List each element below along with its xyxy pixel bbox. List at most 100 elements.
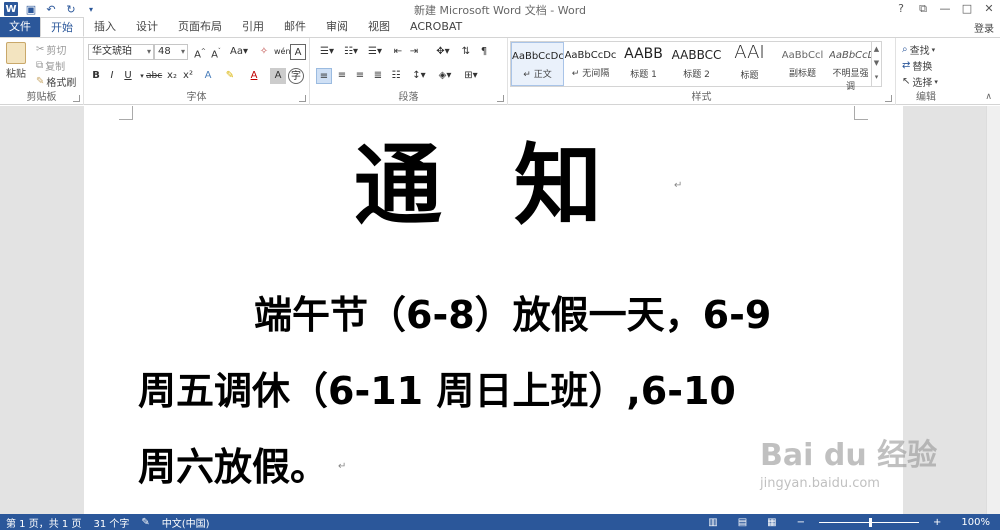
tab-mailings[interactable]: 邮件 (274, 17, 316, 37)
highlight-icon[interactable]: ✎ (222, 68, 238, 84)
chinese-layout-icon[interactable]: ✥▾ (432, 44, 454, 60)
styles-gallery-scroll[interactable]: ▲ ▼ ▾ (871, 42, 881, 86)
copy-icon: ⧉ (36, 60, 44, 71)
login-link[interactable]: 登录 (974, 20, 994, 35)
italic-icon[interactable]: I (104, 68, 120, 84)
tab-home[interactable]: 开始 (40, 17, 84, 37)
style-no-spacing[interactable]: AaBbCcDc ↵ 无间隔 (564, 42, 617, 86)
body-line-2[interactable]: 周五调休（6-11 周日上班）,6-10 (138, 368, 736, 414)
style-subtitle[interactable]: AaBbCcl 副标题 (776, 42, 829, 86)
paste-button[interactable]: 粘贴 (6, 42, 26, 80)
find-button[interactable]: ⌕ 查找 ▾ (902, 42, 935, 57)
ribbon-display-button[interactable]: ⧉ (912, 0, 934, 18)
paste-icon (6, 42, 26, 64)
multilevel-list-icon[interactable]: ☰▾ (364, 44, 386, 60)
style-heading-1[interactable]: AABB 标题 1 (617, 42, 670, 86)
tab-references[interactable]: 引用 (232, 17, 274, 37)
redo-icon[interactable]: ↻ (64, 2, 78, 16)
zoom-level[interactable]: 100% (955, 517, 996, 528)
font-name-combo[interactable]: 华文琥珀 ▾ (88, 44, 154, 60)
paragraph-mark: ↵ (674, 180, 755, 191)
tab-review[interactable]: 审阅 (316, 17, 358, 37)
change-case-icon[interactable]: Aa▾ (228, 44, 250, 60)
decrease-indent-icon[interactable]: ⇤ (390, 44, 406, 60)
customize-qat-icon[interactable]: ▾ (84, 2, 98, 16)
maximize-button[interactable]: □ (956, 0, 978, 18)
cut-button[interactable]: ✂ 剪切 (36, 42, 66, 57)
styles-gallery: AaBbCcDc ↵ 正文 AaBbCcDc ↵ 无间隔 AABB 标题 1 A… (510, 41, 882, 92)
increase-indent-icon[interactable]: ⇥ (406, 44, 422, 60)
font-size-combo[interactable]: 48 ▾ (154, 44, 188, 60)
watermark-url: jingyan.baidu.com (760, 476, 880, 491)
subscript-icon[interactable]: x₂ (164, 68, 180, 84)
close-button[interactable]: ✕ (978, 0, 1000, 18)
print-layout-icon[interactable]: ▤ (732, 517, 753, 528)
shading-icon[interactable]: ◈▾ (434, 68, 456, 84)
bullets-icon[interactable]: ☰▾ (316, 44, 338, 60)
help-button[interactable]: ? (890, 0, 912, 18)
font-group-label: 字体 (186, 92, 207, 103)
clipboard-launcher-icon[interactable] (73, 95, 80, 102)
copy-button[interactable]: ⧉ 复制 (36, 58, 65, 73)
show-marks-icon[interactable]: ¶ (476, 44, 492, 60)
align-right-icon[interactable]: ≡ (352, 68, 368, 84)
format-painter-button[interactable]: ✎ 格式刷 (36, 74, 76, 89)
font-launcher-icon[interactable] (299, 95, 306, 102)
proofing-icon[interactable]: ✎ (135, 517, 155, 528)
text-effects-icon[interactable]: A (200, 68, 216, 84)
undo-icon[interactable]: ↶ (44, 2, 58, 16)
zoom-slider[interactable] (819, 517, 920, 527)
tab-file[interactable]: 文件 (0, 17, 40, 37)
tab-design[interactable]: 设计 (126, 17, 168, 37)
style-title[interactable]: AAI 标题 (723, 42, 776, 86)
style-normal[interactable]: AaBbCcDc ↵ 正文 (511, 42, 564, 86)
language-status[interactable]: 中文(中国) (156, 515, 216, 530)
word-logo-icon[interactable]: W (4, 2, 18, 16)
editing-group-label: 编辑 (916, 92, 936, 103)
align-center-icon[interactable]: ≡ (334, 68, 350, 84)
select-button[interactable]: ↖ 选择 ▾ (902, 74, 938, 89)
distributed-icon[interactable]: ☷ (388, 68, 404, 84)
paragraph-launcher-icon[interactable] (497, 95, 504, 102)
char-shading-icon[interactable]: A (270, 68, 286, 84)
line-spacing-icon[interactable]: ↕▾ (408, 68, 430, 84)
zoom-slider-thumb[interactable] (869, 517, 873, 527)
styles-launcher-icon[interactable] (885, 95, 892, 102)
enclosed-char-icon[interactable]: 字 (288, 68, 304, 84)
word-count-status[interactable]: 31 个字 (87, 515, 135, 530)
collapse-ribbon-icon[interactable]: ∧ (985, 92, 992, 102)
style-heading-2[interactable]: AABBCC 标题 2 (670, 42, 723, 86)
web-layout-icon[interactable]: ▦ (761, 517, 782, 528)
zoom-out-button[interactable]: − (791, 517, 811, 528)
body-line-1[interactable]: 端午节（6-8）放假一天，6-9 (254, 292, 771, 338)
body-line-3[interactable]: 周六放假。 ↵ (138, 444, 346, 490)
superscript-icon[interactable]: x² (180, 68, 196, 84)
grow-font-icon[interactable]: A^ (192, 44, 208, 60)
clear-formatting-icon[interactable]: ✧ (256, 44, 272, 60)
editing-group: ⌕ 查找 ▾ ⇄ 替换 ↖ 选择 ▾ 编辑 (896, 38, 956, 105)
numbering-icon[interactable]: ☷▾ (340, 44, 362, 60)
read-mode-icon[interactable]: ▥ (702, 517, 723, 528)
page-count-status[interactable]: 第 1 页，共 1 页 (0, 515, 87, 530)
justify-icon[interactable]: ≣ (370, 68, 386, 84)
align-left-icon[interactable]: ≡ (316, 68, 332, 84)
document-title[interactable]: 通知↵ (354, 136, 754, 236)
borders-icon[interactable]: ⊞▾ (460, 68, 482, 84)
save-icon[interactable]: ▣ (24, 2, 38, 16)
font-color-icon[interactable]: A (246, 68, 262, 84)
tab-acrobat[interactable]: ACROBAT (400, 17, 472, 37)
minimize-button[interactable]: — (934, 0, 956, 18)
tab-insert[interactable]: 插入 (84, 17, 126, 37)
tab-page-layout[interactable]: 页面布局 (168, 17, 232, 37)
style-subtle-emphasis[interactable]: AaBbCcDc 不明显强调 (829, 42, 872, 92)
bold-icon[interactable]: B (88, 68, 104, 84)
sort-icon[interactable]: ⇅ (458, 44, 474, 60)
replace-button[interactable]: ⇄ 替换 (902, 58, 932, 73)
zoom-in-button[interactable]: + (927, 517, 947, 528)
crop-mark-top-right (854, 106, 868, 120)
pinyin-icon[interactable]: wén (274, 44, 291, 60)
char-border-icon[interactable]: A (290, 44, 306, 60)
strikethrough-icon[interactable]: abc (146, 68, 162, 84)
tab-view[interactable]: 视图 (358, 17, 400, 37)
shrink-font-icon[interactable]: Aˇ (208, 44, 224, 60)
